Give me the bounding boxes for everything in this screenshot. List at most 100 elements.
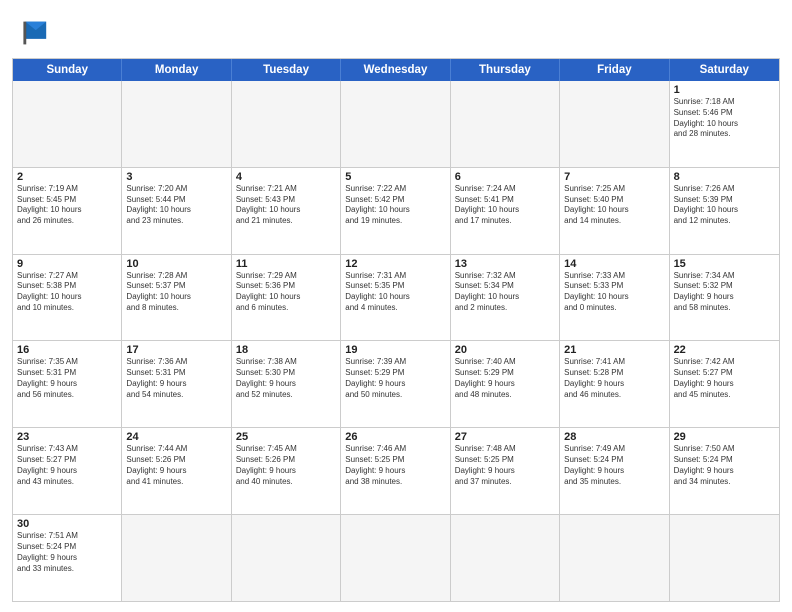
day-cell-6: 6Sunrise: 7:24 AM Sunset: 5:41 PM Daylig… — [451, 168, 560, 254]
calendar-row-3: 16Sunrise: 7:35 AM Sunset: 5:31 PM Dayli… — [13, 340, 779, 427]
day-cell-empty-0-5 — [560, 81, 669, 167]
day-cell-27: 27Sunrise: 7:48 AM Sunset: 5:25 PM Dayli… — [451, 428, 560, 514]
page: SundayMondayTuesdayWednesdayThursdayFrid… — [0, 0, 792, 612]
day-number: 28 — [564, 431, 664, 443]
day-number: 14 — [564, 258, 664, 270]
day-cell-4: 4Sunrise: 7:21 AM Sunset: 5:43 PM Daylig… — [232, 168, 341, 254]
day-cell-11: 11Sunrise: 7:29 AM Sunset: 5:36 PM Dayli… — [232, 255, 341, 341]
weekday-header-saturday: Saturday — [670, 59, 779, 81]
day-info: Sunrise: 7:21 AM Sunset: 5:43 PM Dayligh… — [236, 184, 336, 227]
logo-icon — [12, 14, 50, 52]
day-number: 11 — [236, 258, 336, 270]
day-cell-21: 21Sunrise: 7:41 AM Sunset: 5:28 PM Dayli… — [560, 341, 669, 427]
day-info: Sunrise: 7:18 AM Sunset: 5:46 PM Dayligh… — [674, 97, 775, 140]
day-cell-30: 30Sunrise: 7:51 AM Sunset: 5:24 PM Dayli… — [13, 515, 122, 601]
day-cell-24: 24Sunrise: 7:44 AM Sunset: 5:26 PM Dayli… — [122, 428, 231, 514]
day-info: Sunrise: 7:42 AM Sunset: 5:27 PM Dayligh… — [674, 357, 775, 400]
day-cell-empty-5-4 — [451, 515, 560, 601]
day-number: 20 — [455, 344, 555, 356]
day-number: 27 — [455, 431, 555, 443]
day-number: 10 — [126, 258, 226, 270]
day-number: 3 — [126, 171, 226, 183]
calendar-row-4: 23Sunrise: 7:43 AM Sunset: 5:27 PM Dayli… — [13, 427, 779, 514]
day-cell-25: 25Sunrise: 7:45 AM Sunset: 5:26 PM Dayli… — [232, 428, 341, 514]
day-info: Sunrise: 7:45 AM Sunset: 5:26 PM Dayligh… — [236, 444, 336, 487]
day-number: 7 — [564, 171, 664, 183]
day-number: 4 — [236, 171, 336, 183]
day-info: Sunrise: 7:31 AM Sunset: 5:35 PM Dayligh… — [345, 271, 445, 314]
day-cell-empty-0-4 — [451, 81, 560, 167]
day-number: 13 — [455, 258, 555, 270]
day-cell-15: 15Sunrise: 7:34 AM Sunset: 5:32 PM Dayli… — [670, 255, 779, 341]
day-cell-empty-5-6 — [670, 515, 779, 601]
day-cell-19: 19Sunrise: 7:39 AM Sunset: 5:29 PM Dayli… — [341, 341, 450, 427]
day-number: 21 — [564, 344, 664, 356]
day-info: Sunrise: 7:25 AM Sunset: 5:40 PM Dayligh… — [564, 184, 664, 227]
day-cell-empty-5-5 — [560, 515, 669, 601]
day-number: 12 — [345, 258, 445, 270]
day-cell-22: 22Sunrise: 7:42 AM Sunset: 5:27 PM Dayli… — [670, 341, 779, 427]
day-number: 29 — [674, 431, 775, 443]
weekday-header-friday: Friday — [560, 59, 669, 81]
weekday-header-thursday: Thursday — [451, 59, 560, 81]
day-info: Sunrise: 7:50 AM Sunset: 5:24 PM Dayligh… — [674, 444, 775, 487]
weekday-header-sunday: Sunday — [13, 59, 122, 81]
day-info: Sunrise: 7:43 AM Sunset: 5:27 PM Dayligh… — [17, 444, 117, 487]
day-cell-23: 23Sunrise: 7:43 AM Sunset: 5:27 PM Dayli… — [13, 428, 122, 514]
day-info: Sunrise: 7:40 AM Sunset: 5:29 PM Dayligh… — [455, 357, 555, 400]
day-info: Sunrise: 7:27 AM Sunset: 5:38 PM Dayligh… — [17, 271, 117, 314]
day-cell-3: 3Sunrise: 7:20 AM Sunset: 5:44 PM Daylig… — [122, 168, 231, 254]
day-info: Sunrise: 7:48 AM Sunset: 5:25 PM Dayligh… — [455, 444, 555, 487]
day-cell-empty-0-1 — [122, 81, 231, 167]
logo — [12, 14, 54, 52]
day-number: 22 — [674, 344, 775, 356]
day-cell-empty-5-3 — [341, 515, 450, 601]
day-info: Sunrise: 7:41 AM Sunset: 5:28 PM Dayligh… — [564, 357, 664, 400]
day-number: 26 — [345, 431, 445, 443]
day-number: 1 — [674, 84, 775, 96]
day-info: Sunrise: 7:32 AM Sunset: 5:34 PM Dayligh… — [455, 271, 555, 314]
day-info: Sunrise: 7:36 AM Sunset: 5:31 PM Dayligh… — [126, 357, 226, 400]
day-number: 6 — [455, 171, 555, 183]
weekday-header-monday: Monday — [122, 59, 231, 81]
day-cell-16: 16Sunrise: 7:35 AM Sunset: 5:31 PM Dayli… — [13, 341, 122, 427]
day-cell-8: 8Sunrise: 7:26 AM Sunset: 5:39 PM Daylig… — [670, 168, 779, 254]
calendar-body: 1Sunrise: 7:18 AM Sunset: 5:46 PM Daylig… — [13, 81, 779, 601]
weekday-header-tuesday: Tuesday — [232, 59, 341, 81]
day-info: Sunrise: 7:46 AM Sunset: 5:25 PM Dayligh… — [345, 444, 445, 487]
day-cell-empty-5-1 — [122, 515, 231, 601]
day-number: 5 — [345, 171, 445, 183]
day-info: Sunrise: 7:20 AM Sunset: 5:44 PM Dayligh… — [126, 184, 226, 227]
day-info: Sunrise: 7:19 AM Sunset: 5:45 PM Dayligh… — [17, 184, 117, 227]
day-cell-1: 1Sunrise: 7:18 AM Sunset: 5:46 PM Daylig… — [670, 81, 779, 167]
day-info: Sunrise: 7:44 AM Sunset: 5:26 PM Dayligh… — [126, 444, 226, 487]
day-cell-10: 10Sunrise: 7:28 AM Sunset: 5:37 PM Dayli… — [122, 255, 231, 341]
day-number: 25 — [236, 431, 336, 443]
day-cell-18: 18Sunrise: 7:38 AM Sunset: 5:30 PM Dayli… — [232, 341, 341, 427]
calendar-header: SundayMondayTuesdayWednesdayThursdayFrid… — [13, 59, 779, 81]
day-number: 15 — [674, 258, 775, 270]
day-cell-empty-0-3 — [341, 81, 450, 167]
calendar-row-1: 2Sunrise: 7:19 AM Sunset: 5:45 PM Daylig… — [13, 167, 779, 254]
day-cell-29: 29Sunrise: 7:50 AM Sunset: 5:24 PM Dayli… — [670, 428, 779, 514]
day-info: Sunrise: 7:51 AM Sunset: 5:24 PM Dayligh… — [17, 531, 117, 574]
day-number: 16 — [17, 344, 117, 356]
day-number: 24 — [126, 431, 226, 443]
day-info: Sunrise: 7:38 AM Sunset: 5:30 PM Dayligh… — [236, 357, 336, 400]
day-cell-14: 14Sunrise: 7:33 AM Sunset: 5:33 PM Dayli… — [560, 255, 669, 341]
day-cell-empty-0-0 — [13, 81, 122, 167]
day-info: Sunrise: 7:28 AM Sunset: 5:37 PM Dayligh… — [126, 271, 226, 314]
day-info: Sunrise: 7:22 AM Sunset: 5:42 PM Dayligh… — [345, 184, 445, 227]
weekday-header-wednesday: Wednesday — [341, 59, 450, 81]
day-number: 23 — [17, 431, 117, 443]
day-cell-9: 9Sunrise: 7:27 AM Sunset: 5:38 PM Daylig… — [13, 255, 122, 341]
day-info: Sunrise: 7:24 AM Sunset: 5:41 PM Dayligh… — [455, 184, 555, 227]
header — [12, 10, 780, 52]
day-info: Sunrise: 7:34 AM Sunset: 5:32 PM Dayligh… — [674, 271, 775, 314]
day-cell-empty-5-2 — [232, 515, 341, 601]
day-cell-26: 26Sunrise: 7:46 AM Sunset: 5:25 PM Dayli… — [341, 428, 450, 514]
day-number: 9 — [17, 258, 117, 270]
day-number: 8 — [674, 171, 775, 183]
day-info: Sunrise: 7:33 AM Sunset: 5:33 PM Dayligh… — [564, 271, 664, 314]
day-info: Sunrise: 7:39 AM Sunset: 5:29 PM Dayligh… — [345, 357, 445, 400]
